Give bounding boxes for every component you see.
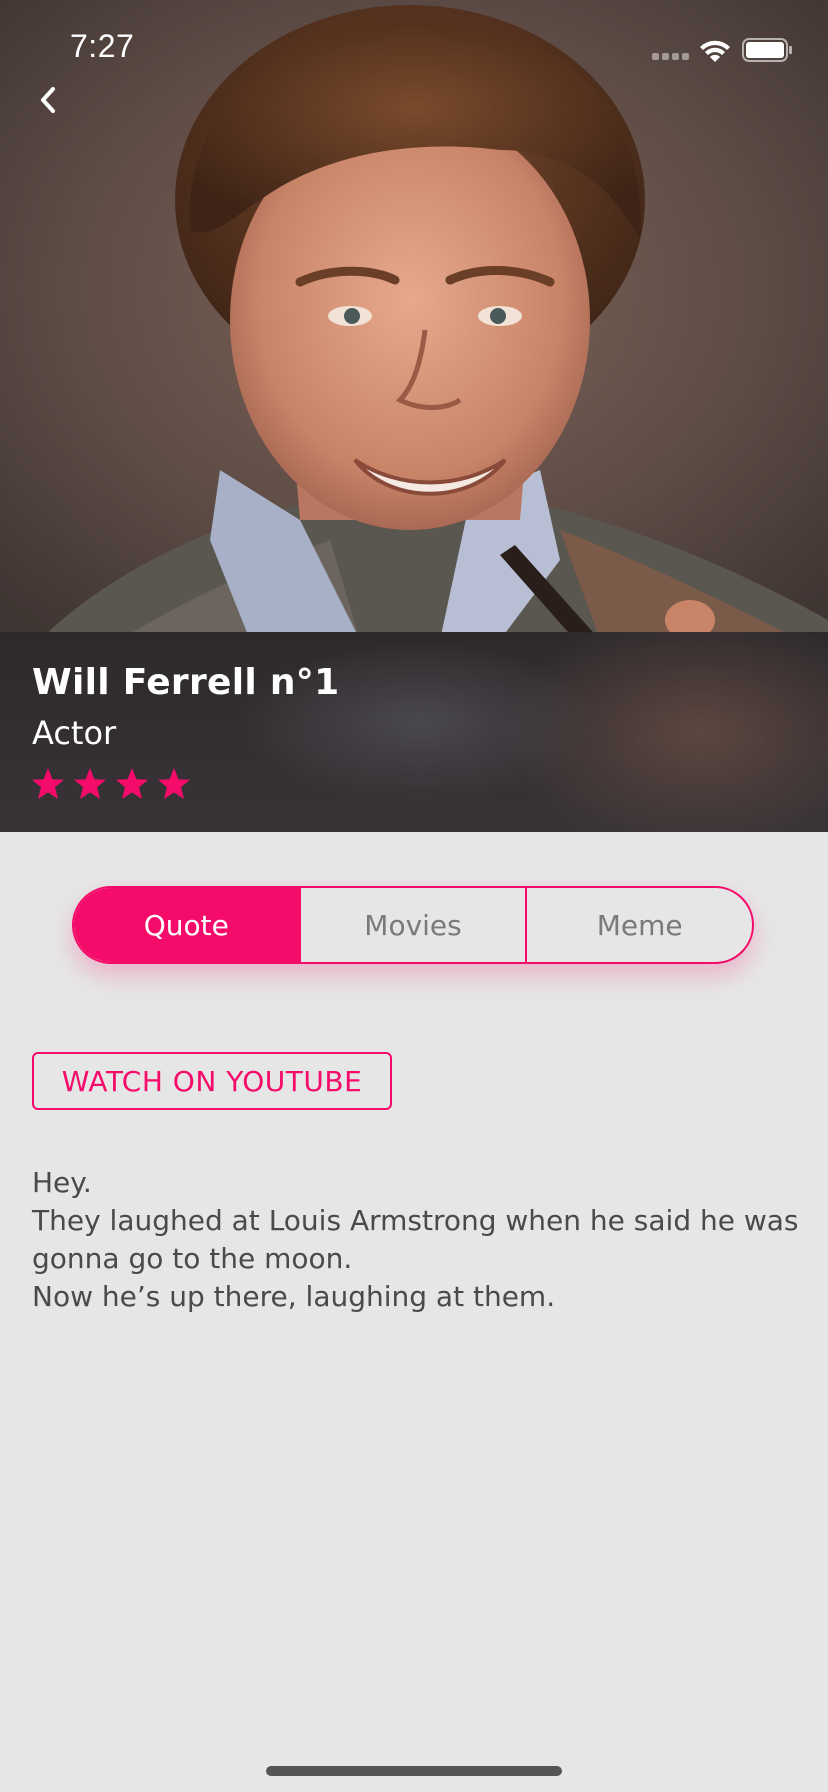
tab-meme[interactable]: Meme: [525, 888, 752, 962]
hero-photo: 7:27 Will Ferrell n°1 Actor: [0, 0, 828, 832]
watch-on-youtube-button[interactable]: WATCH ON YOUTUBE: [32, 1052, 392, 1110]
chevron-left-icon: [41, 87, 55, 113]
actor-portrait: [0, 0, 828, 640]
profile-info-panel: Will Ferrell n°1 Actor: [0, 632, 828, 832]
tab-segmented-control: Quote Movies Meme: [72, 886, 754, 964]
wifi-icon: [700, 40, 730, 62]
star-rating: [30, 766, 192, 802]
quote-text: Hey. They laughed at Louis Armstrong whe…: [32, 1164, 802, 1316]
tab-movies[interactable]: Movies: [298, 888, 526, 962]
quote-line: Hey.: [32, 1166, 92, 1199]
quote-line: Now he’s up there, laughing at them.: [32, 1280, 556, 1313]
status-time: 7:27: [70, 28, 135, 64]
actor-role: Actor: [32, 714, 117, 752]
quote-line: They laughed at Louis Armstrong when he …: [32, 1204, 799, 1275]
star-icon: [74, 768, 106, 799]
battery-icon: [742, 38, 792, 62]
back-button[interactable]: [28, 78, 68, 122]
status-bar: 7:27: [0, 0, 828, 96]
home-indicator[interactable]: [266, 1766, 562, 1776]
tab-quote[interactable]: Quote: [74, 888, 299, 962]
star-icon: [116, 768, 148, 799]
star-icon: [158, 768, 190, 799]
cellular-signal-icon: [652, 53, 690, 61]
actor-name: Will Ferrell n°1: [32, 662, 340, 703]
star-icon: [32, 768, 64, 799]
